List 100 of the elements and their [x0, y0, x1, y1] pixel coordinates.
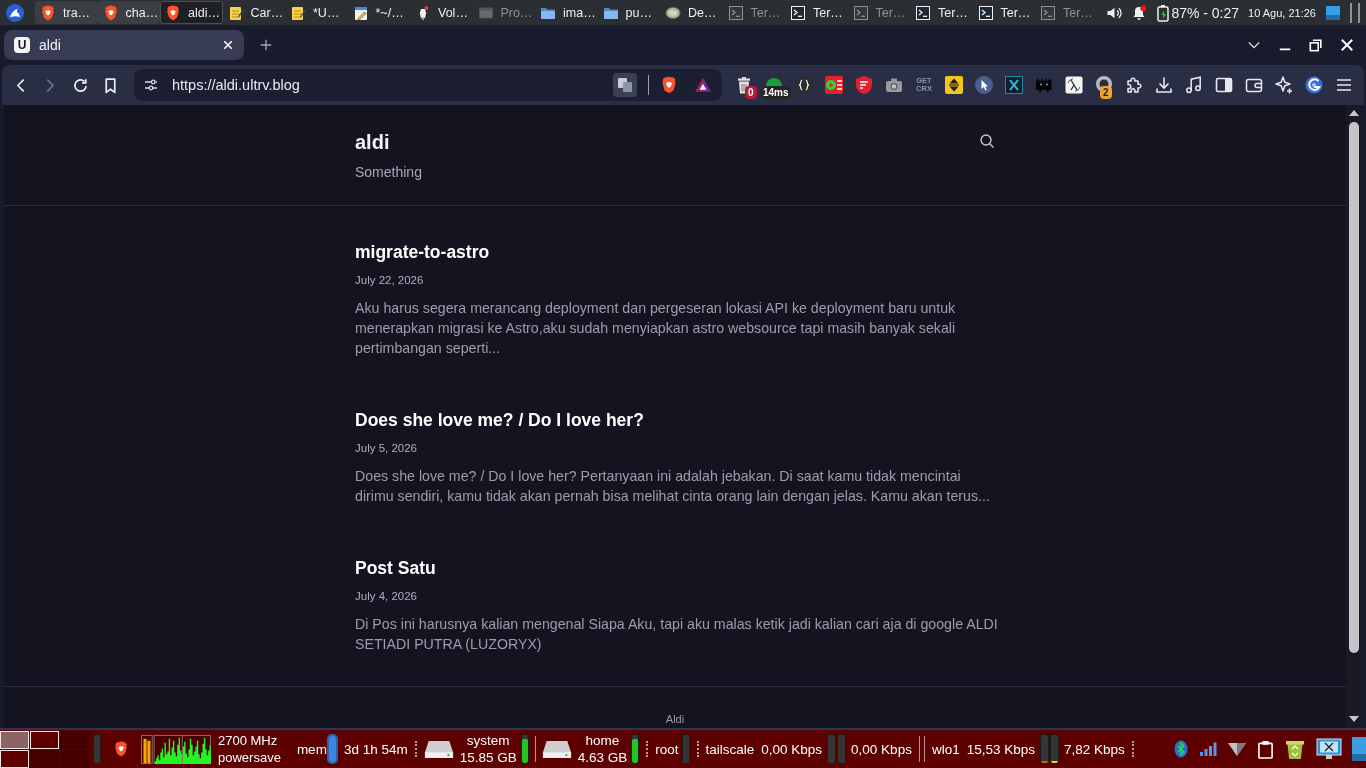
lion-shield-icon — [40, 4, 56, 21]
sliders-icon[interactable] — [143, 77, 159, 93]
up-down-arrows-icon[interactable] — [944, 75, 964, 95]
sparkle-icon[interactable] — [1274, 75, 1294, 95]
taskbar-button[interactable]: Car… — [222, 1, 285, 24]
cpu-frequency-text: 2700 MHz — [218, 732, 279, 749]
sidebar-icon[interactable] — [1214, 75, 1234, 95]
swirl-icon[interactable] — [1304, 75, 1324, 95]
count-badge: 14ms — [761, 86, 791, 99]
triangle-icon[interactable] — [694, 76, 712, 94]
meter-track — [837, 734, 847, 764]
cpu-governor-text: powersave — [218, 749, 281, 766]
post-title-link[interactable]: migrate-to-astro — [355, 240, 995, 264]
upload-rate-text: 0,00 Kbps — [851, 741, 912, 757]
notepad-icon — [290, 4, 306, 21]
close-icon[interactable] — [222, 39, 234, 51]
overlapping-squares-icon[interactable] — [613, 73, 637, 97]
recycle-bin-icon[interactable] — [1284, 738, 1306, 760]
post-date: July 5, 2026 — [355, 441, 418, 456]
x-tile-icon[interactable] — [1004, 75, 1024, 95]
signal-bars-icon[interactable] — [1199, 741, 1217, 757]
plus-icon[interactable] — [259, 38, 273, 52]
puzzle-icon[interactable] — [1124, 75, 1144, 95]
taskbar-button[interactable]: Ter… — [910, 1, 973, 24]
taskbar-button[interactable]: tra… — [35, 1, 98, 24]
scroll-down-icon[interactable] — [1349, 716, 1359, 722]
oval-icon — [665, 4, 681, 21]
shield-icon[interactable] — [854, 75, 874, 95]
taskbar-button[interactable]: *~/… — [347, 1, 410, 24]
launcher-icon[interactable] — [6, 3, 24, 22]
disk-label: home — [585, 732, 620, 749]
cpu-load-drawing — [141, 732, 211, 766]
reload-icon[interactable] — [71, 76, 89, 94]
taskbar-button[interactable]: pu… — [597, 1, 660, 24]
taskbar-button[interactable]: Vol… — [410, 1, 473, 24]
triangle-icon[interactable] — [1227, 741, 1247, 757]
screen-icon[interactable] — [1352, 736, 1366, 762]
terminal-icon — [852, 4, 869, 21]
pager-desktop[interactable] — [0, 750, 29, 768]
taskbar-button[interactable]: Ter… — [785, 1, 848, 24]
taskbar-button[interactable]: Ter… — [722, 1, 785, 24]
download-rate-text: 0,00 Kbps — [761, 741, 823, 757]
disk-label: system — [466, 732, 510, 749]
semicircle-icon[interactable] — [764, 76, 784, 86]
disk-usage-text: 15.85 GB — [459, 749, 517, 766]
bluetooth-icon[interactable] — [1173, 740, 1189, 758]
taskbar-button[interactable]: cha… — [97, 1, 160, 24]
site-tagline: Something — [355, 163, 422, 182]
music-icon[interactable] — [1184, 75, 1204, 95]
clock-text[interactable]: 10 Agu, 21:26 — [1248, 6, 1316, 19]
memory-label: mem — [296, 741, 327, 757]
taskbar-button[interactable]: Pro… — [472, 1, 535, 24]
meter-track — [93, 734, 101, 764]
clipboard-icon[interactable] — [1257, 739, 1274, 759]
playlist-icon[interactable] — [824, 75, 844, 95]
taskbar-button[interactable]: Ter… — [972, 1, 1035, 24]
interface-label: tailscale — [705, 741, 755, 757]
post-title-link[interactable]: Does she love me? / Do I love her? — [355, 408, 995, 432]
terminal-icon — [1040, 4, 1056, 21]
battery-icon[interactable] — [1156, 3, 1171, 22]
restore-icon[interactable] — [1309, 38, 1323, 52]
download-icon[interactable] — [1154, 75, 1174, 95]
scrollbar-thumb[interactable] — [1349, 122, 1359, 653]
close-icon[interactable] — [1340, 38, 1354, 52]
taskbar-button[interactable]: De… — [660, 1, 723, 24]
cursor-icon[interactable] — [974, 75, 994, 95]
uptime-text: 3d 1h 54m — [343, 741, 408, 757]
lion-shield-icon[interactable] — [660, 76, 678, 94]
terminal-icon — [977, 4, 994, 21]
taskbar-button[interactable]: aldi… — [160, 1, 223, 24]
taskbar-button[interactable]: Ter… — [847, 1, 910, 24]
monitor-icon[interactable] — [1316, 738, 1342, 760]
taskbar-button[interactable]: ima… — [535, 1, 598, 24]
taskbar-button[interactable]: *U… — [285, 1, 348, 24]
browser-tab[interactable]: U aldi — [4, 30, 244, 60]
terminal-icon — [727, 4, 744, 21]
terminal-icon — [915, 4, 931, 21]
taskbar-button[interactable]: Ter… — [1035, 1, 1098, 24]
address-field[interactable]: https://aldi.ultrv.blog — [134, 69, 722, 101]
disk-usage-text: 4.63 GB — [577, 749, 628, 766]
scroll-up-icon[interactable] — [1349, 110, 1359, 116]
lion-shield-icon — [165, 4, 181, 21]
search-icon[interactable] — [979, 133, 995, 149]
screen-icon[interactable] — [1325, 4, 1341, 21]
braces-icon[interactable] — [794, 75, 814, 95]
count-badge: 0 — [745, 86, 757, 99]
lion-shield-icon[interactable] — [113, 741, 129, 757]
window-icon — [477, 4, 494, 21]
pager-desktop[interactable] — [30, 731, 59, 749]
meter-track — [681, 734, 690, 764]
site-title-link[interactable]: aldi — [355, 130, 422, 154]
text-editor-icon — [352, 4, 369, 21]
post-date: July 4, 2026 — [355, 589, 418, 604]
interface-label: wlo1 — [931, 741, 960, 757]
battery-text: 87% - 0:27 — [1171, 4, 1240, 21]
notepad-icon — [227, 4, 244, 21]
post-title-link[interactable]: Post Satu — [355, 556, 995, 580]
count-badge: 2 — [1100, 86, 1112, 99]
bell-icon[interactable] — [1131, 4, 1148, 21]
lambda-icon[interactable] — [1064, 75, 1084, 95]
